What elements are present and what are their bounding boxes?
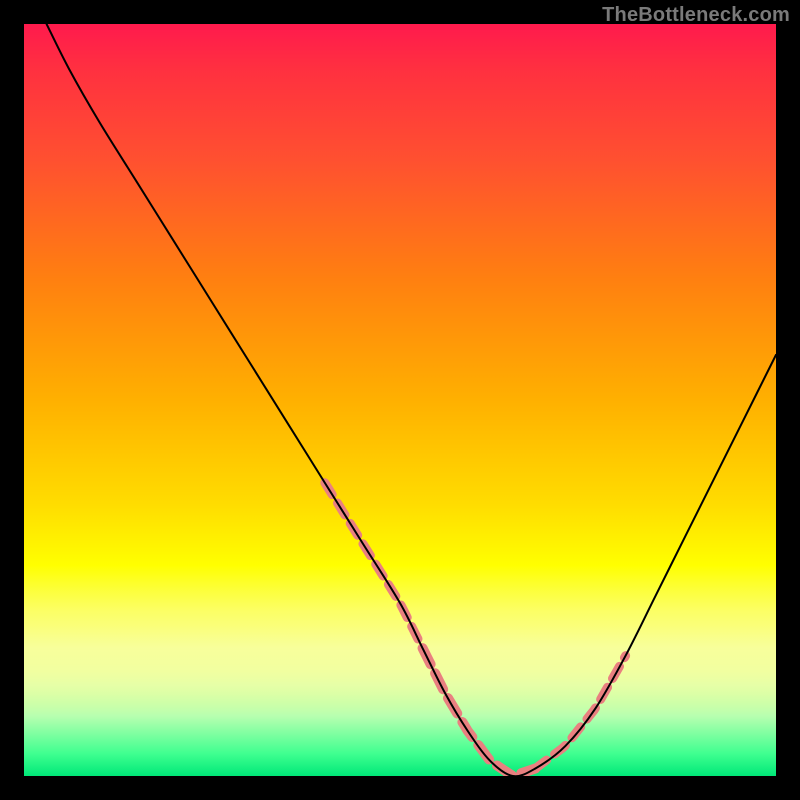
highlight-segments (325, 483, 626, 776)
bottleneck-chart (24, 24, 776, 776)
highlight-valley (423, 648, 536, 776)
bottleneck-curve-path (47, 24, 776, 776)
highlight-right-shoulder (535, 656, 625, 769)
